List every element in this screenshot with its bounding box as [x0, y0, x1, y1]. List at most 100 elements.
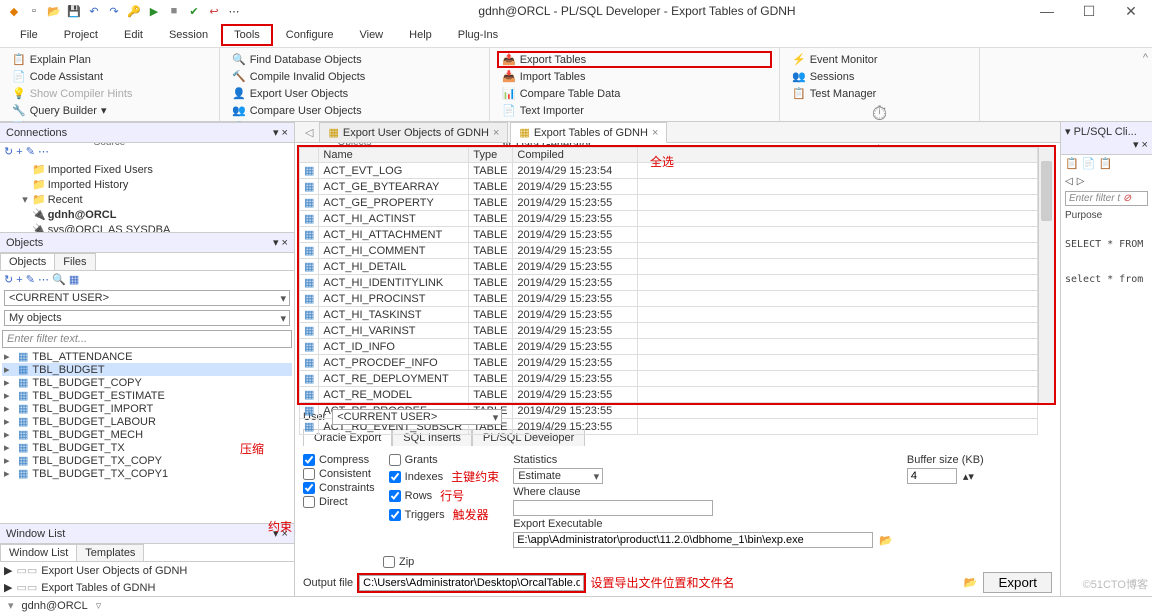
chk-constraints[interactable]: Constraints	[303, 482, 375, 494]
table-row[interactable]: ▦ACT_HI_VARINSTTABLE2019/4/29 15:23:55	[300, 323, 1038, 339]
query-builder[interactable]: 🔧 Query Builder ▾	[8, 103, 211, 118]
table-row[interactable]: ▦ACT_HI_ATTACHMENTTABLE2019/4/29 15:23:5…	[300, 227, 1038, 243]
menu-plugins[interactable]: Plug-Ins	[446, 25, 510, 45]
tab-objects[interactable]: Objects	[0, 253, 55, 270]
menu-help[interactable]: Help	[397, 25, 444, 45]
list-item[interactable]: ▸▦TBL_BUDGET_COPY	[2, 376, 292, 389]
list-item[interactable]: ▸▦TBL_BUDGET_ESTIMATE	[2, 389, 292, 402]
my-objects-select[interactable]: My objects	[4, 310, 290, 326]
event-monitor[interactable]: ⚡ Event Monitor	[788, 52, 971, 67]
connections-tree[interactable]: 📁Imported Fixed Users 📁Imported History …	[0, 160, 294, 232]
nav-left-icon[interactable]: ◁	[1065, 176, 1073, 187]
compare-table-data[interactable]: 📊 Compare Table Data	[498, 86, 771, 101]
vertical-scrollbar[interactable]	[1038, 147, 1054, 403]
commit-icon[interactable]: ✔	[186, 3, 202, 19]
objects-list[interactable]: ▸▦TBL_ATTENDANCE▸▦TBL_BUDGET▸▦TBL_BUDGET…	[0, 350, 294, 523]
list-item[interactable]: ▸▦TBL_BUDGET_LABOUR	[2, 415, 292, 428]
buffer-input[interactable]	[907, 468, 957, 484]
menu-file[interactable]: File	[8, 25, 50, 45]
doctab-export-tables[interactable]: ▦Export Tables of GDNH×	[510, 122, 667, 143]
export-user-objects[interactable]: 👤 Export User Objects	[228, 86, 481, 101]
menu-configure[interactable]: Configure	[274, 25, 346, 45]
nav-right-icon[interactable]: ▷	[1077, 176, 1085, 187]
text-importer[interactable]: 📄 Text Importer	[498, 103, 771, 118]
key-icon[interactable]: 🔑	[126, 3, 142, 19]
browse-icon[interactable]: 📂	[879, 534, 893, 547]
redo-icon[interactable]: ↷	[106, 3, 122, 19]
table-row[interactable]: ▦ACT_HI_DETAILTABLE2019/4/29 15:23:55	[300, 259, 1038, 275]
sessions[interactable]: 👥 Sessions	[788, 69, 971, 84]
table-row[interactable]: ▦ACT_RE_DEPLOYMENTTABLE2019/4/29 15:23:5…	[300, 371, 1038, 387]
more-icon[interactable]: ⋯	[226, 3, 242, 19]
table-row[interactable]: ▦ACT_RE_MODELTABLE2019/4/29 15:23:55	[300, 387, 1038, 403]
save-icon[interactable]: 💾	[66, 3, 82, 19]
minimize-button[interactable]: —	[1032, 3, 1062, 20]
compile-invalid[interactable]: 🔨 Compile Invalid Objects	[228, 69, 481, 84]
table-row[interactable]: ▦ACT_HI_TASKINSTTABLE2019/4/29 15:23:55	[300, 307, 1038, 323]
menu-tools[interactable]: Tools	[222, 25, 272, 45]
new-icon[interactable]: ▫	[26, 3, 42, 19]
tab-files[interactable]: Files	[54, 253, 95, 270]
table-row[interactable]: ▦ACT_HI_PROCINSTTABLE2019/4/29 15:23:55	[300, 291, 1038, 307]
tables-grid[interactable]: Name Type Compiled ▦ACT_EVT_LOGTABLE2019…	[299, 147, 1038, 435]
objects-tabs[interactable]: Objects Files	[0, 253, 294, 271]
compare-user-objects[interactable]: 👥 Compare User Objects	[228, 103, 481, 118]
clip-toolbar[interactable]: 📋 📄 📋	[1061, 155, 1152, 172]
open-icon[interactable]: 📂	[46, 3, 62, 19]
list-item[interactable]: ▸▦TBL_ATTENDANCE	[2, 350, 292, 363]
right-filter[interactable]: Enter filter t ⊘	[1065, 191, 1148, 206]
browse-output-icon[interactable]: 📂	[964, 576, 978, 589]
chk-triggers[interactable]: Triggers触发器	[389, 506, 500, 523]
maximize-button[interactable]: ☐	[1074, 3, 1104, 20]
list-item[interactable]: ▸▦TBL_BUDGET	[2, 363, 292, 376]
output-file-input[interactable]	[359, 575, 584, 591]
window-list[interactable]: ▶▭▭Export User Objects of GDNH ▶▭▭Export…	[0, 562, 294, 596]
table-row[interactable]: ▦ACT_GE_PROPERTYTABLE2019/4/29 15:23:55	[300, 195, 1038, 211]
export-tables[interactable]: 📤 Export Tables	[498, 52, 771, 67]
objects-filter[interactable]: Enter filter text...	[2, 330, 292, 348]
table-row[interactable]: ▦ACT_HI_IDENTITYLINKTABLE2019/4/29 15:23…	[300, 275, 1038, 291]
table-row[interactable]: ▦ACT_PROCDEF_INFOTABLE2019/4/29 15:23:55	[300, 355, 1038, 371]
stop-icon[interactable]: ■	[166, 3, 182, 19]
stats-select[interactable]: Estimate	[513, 468, 603, 484]
chk-rows[interactable]: Rows行号	[389, 487, 500, 504]
current-user-select[interactable]: <CURRENT USER>	[4, 290, 290, 306]
find-db-objects[interactable]: 🔍 Find Database Objects	[228, 52, 481, 67]
where-input[interactable]	[513, 500, 713, 516]
ribbon-collapse-icon[interactable]: ^	[1139, 48, 1152, 121]
table-row[interactable]: ▦ACT_HI_COMMENTTABLE2019/4/29 15:23:55	[300, 243, 1038, 259]
test-manager[interactable]: 📋 Test Manager	[788, 86, 971, 101]
import-tables[interactable]: 📥 Import Tables	[498, 69, 771, 84]
explain-plan[interactable]: 📋 Explain Plan	[8, 52, 211, 67]
menu-project[interactable]: Project	[52, 25, 110, 45]
menu-session[interactable]: Session	[157, 25, 220, 45]
chk-grants[interactable]: Grants	[389, 454, 500, 466]
tab-nav-left-icon[interactable]: ◁	[299, 123, 319, 142]
rollback-icon[interactable]: ↩	[206, 3, 222, 19]
chk-direct[interactable]: Direct	[303, 496, 375, 508]
chk-compress[interactable]: Compress	[303, 454, 375, 466]
close-button[interactable]: ✕	[1116, 3, 1146, 20]
chk-consistent[interactable]: Consistent	[303, 468, 375, 480]
connections-toolbar[interactable]: ↻ + ✎ ⋯	[0, 143, 294, 160]
menu-edit[interactable]: Edit	[112, 25, 155, 45]
export-button[interactable]: Export	[983, 572, 1052, 593]
close-icon[interactable]: ×	[493, 127, 499, 139]
stepper-icon[interactable]: ▴▾	[963, 470, 974, 483]
table-row[interactable]: ▦ACT_HI_ACTINSTTABLE2019/4/29 15:23:55	[300, 211, 1038, 227]
menu-view[interactable]: View	[347, 25, 395, 45]
list-item[interactable]: ▸▦TBL_BUDGET_IMPORT	[2, 402, 292, 415]
windowlist-tabs[interactable]: Window List Templates	[0, 544, 294, 562]
table-row[interactable]: ▦ACT_ID_INFOTABLE2019/4/29 15:23:55	[300, 339, 1038, 355]
tab-windowlist[interactable]: Window List	[0, 544, 77, 561]
exec-input[interactable]	[513, 532, 873, 548]
compiler-hints[interactable]: 💡 Show Compiler Hints	[8, 86, 211, 101]
table-row[interactable]: ▦ACT_GE_BYTEARRAYTABLE2019/4/29 15:23:55	[300, 179, 1038, 195]
list-item[interactable]: ▸▦TBL_BUDGET_TX_COPY1	[2, 467, 292, 480]
user-select[interactable]: <CURRENT USER>	[332, 409, 502, 425]
code-assistant[interactable]: 📄 Code Assistant	[8, 69, 211, 84]
chk-zip[interactable]: Zip	[383, 556, 414, 568]
tab-templates[interactable]: Templates	[76, 544, 144, 561]
close-icon[interactable]: ×	[652, 127, 658, 139]
chk-indexes[interactable]: Indexes主键约束	[389, 468, 500, 485]
